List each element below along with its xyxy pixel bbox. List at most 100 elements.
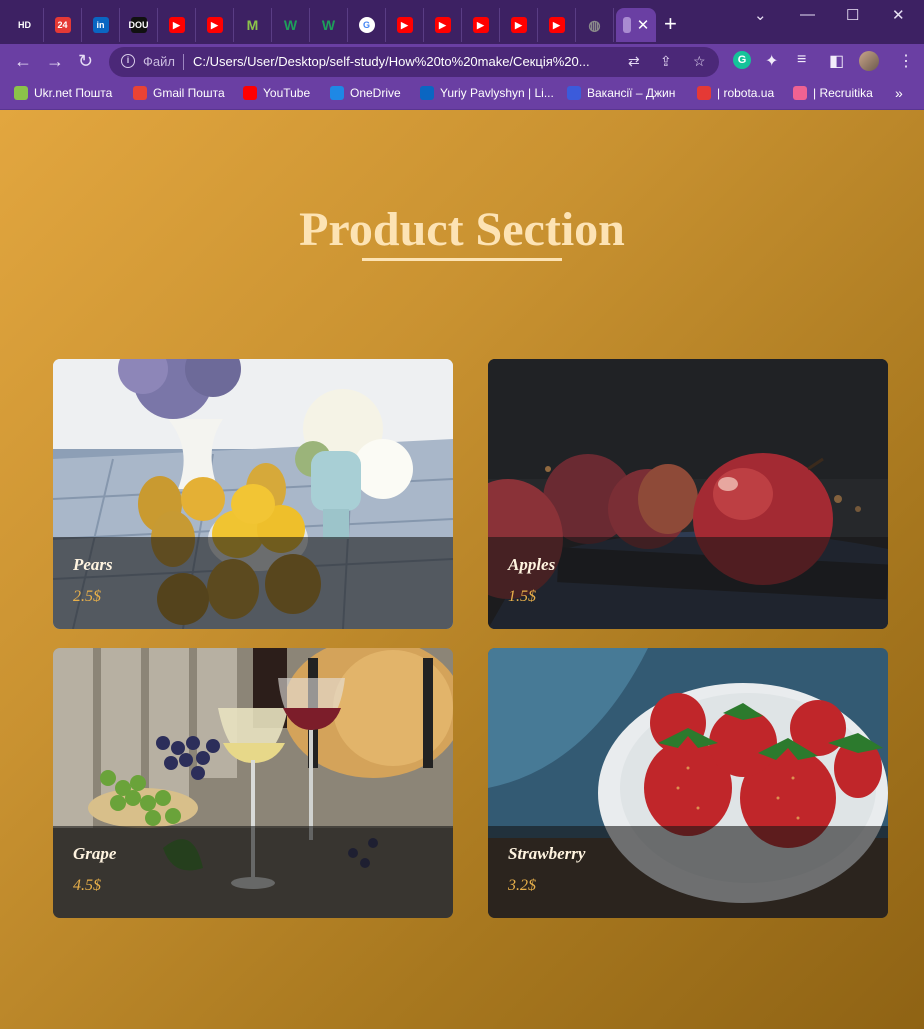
product-price: 4.5$ bbox=[73, 877, 101, 894]
youtube-icon: ▶ bbox=[206, 17, 223, 33]
tab-active[interactable]: ✕ bbox=[616, 8, 656, 42]
extensions-puzzle-icon[interactable]: ✦ bbox=[765, 51, 778, 71]
browser-tab[interactable]: DOU bbox=[120, 8, 158, 42]
browser-tab[interactable]: ▶ bbox=[386, 8, 424, 42]
product-name: Pears bbox=[73, 555, 113, 574]
recruitika-icon bbox=[793, 86, 807, 100]
translate-icon[interactable]: ⇄ bbox=[628, 53, 640, 70]
grammarly-extension-icon[interactable]: G bbox=[733, 51, 751, 69]
scheme-label: Файл bbox=[143, 54, 175, 69]
address-divider bbox=[183, 54, 184, 70]
bookmark-label: Yuriy Pavlyshyn | Li... bbox=[440, 86, 554, 100]
bookmarks-bar: Ukr.net Пошта Gmail Пошта YouTube OneDrive Y… bbox=[0, 80, 924, 110]
close-tab-icon[interactable]: ✕ bbox=[637, 16, 650, 34]
youtube-icon: ▶ bbox=[168, 17, 185, 33]
youtube-icon: ▶ bbox=[434, 17, 451, 33]
browser-tab[interactable]: HD bbox=[6, 8, 44, 42]
more-bookmarks-button[interactable]: » bbox=[895, 85, 903, 101]
card-caption-overlay bbox=[488, 826, 888, 918]
new-tab-button[interactable]: + bbox=[664, 13, 677, 35]
url-text[interactable]: C:/Users/User/Desktop/self-study/How%20t… bbox=[193, 54, 623, 69]
side-panel-icon[interactable]: ◧ bbox=[829, 51, 844, 71]
browser-tab[interactable]: W bbox=[310, 8, 348, 42]
close-window-button[interactable]: ✕ bbox=[892, 6, 905, 24]
tab-search-chevron-icon[interactable]: ⌄ bbox=[754, 6, 767, 24]
browser-tab[interactable]: G bbox=[348, 8, 386, 42]
profile-avatar[interactable] bbox=[859, 51, 879, 71]
globe-icon: ◍ bbox=[588, 16, 601, 33]
menu-kebab-icon[interactable]: ⋮ bbox=[898, 51, 914, 71]
dou-icon: DOU bbox=[129, 17, 149, 33]
linkedin-icon bbox=[420, 86, 434, 100]
bookmark-label: YouTube bbox=[263, 86, 311, 100]
bookmark-item[interactable]: YouTube bbox=[243, 86, 310, 100]
page-favicon-icon bbox=[622, 17, 631, 33]
bookmark-item[interactable]: Gmail Пошта bbox=[133, 86, 225, 100]
bookmark-item[interactable]: OneDrive bbox=[330, 86, 401, 100]
title-underline bbox=[362, 258, 562, 261]
bookmark-star-icon[interactable]: ☆ bbox=[693, 53, 706, 70]
bookmark-item[interactable]: Вакансії – Джин bbox=[567, 86, 675, 100]
bookmark-item[interactable]: Ukr.net Пошта bbox=[14, 86, 112, 100]
product-card-grape[interactable]: Grape 4.5$ bbox=[53, 648, 453, 918]
card-caption-overlay bbox=[488, 537, 888, 629]
product-name: Grape bbox=[73, 844, 117, 863]
browser-tab[interactable]: in bbox=[82, 8, 120, 42]
hd-icon: HD bbox=[18, 20, 31, 30]
card-caption-overlay bbox=[53, 826, 453, 918]
bookmark-label: | Recruitika bbox=[813, 86, 873, 100]
browser-tab[interactable]: ▶ bbox=[500, 8, 538, 42]
address-bar[interactable]: i Файл C:/Users/User/Desktop/self-study/… bbox=[109, 47, 719, 77]
bookmark-item[interactable]: | Recruitika bbox=[793, 86, 873, 100]
browser-tab[interactable]: 24 bbox=[44, 8, 82, 42]
bookmark-label: Вакансії – Джин bbox=[587, 86, 676, 100]
google-icon: G bbox=[358, 17, 375, 33]
product-card-pears[interactable]: Pears 2.5$ bbox=[53, 359, 453, 629]
share-icon[interactable]: ⇪ bbox=[660, 53, 672, 70]
bookmark-label: OneDrive bbox=[350, 86, 401, 100]
gmail-icon bbox=[133, 86, 147, 100]
info-icon[interactable]: i bbox=[121, 54, 135, 68]
back-arrow-icon[interactable]: ← bbox=[14, 51, 32, 71]
youtube-icon bbox=[243, 86, 257, 100]
djinni-icon bbox=[567, 86, 581, 100]
browser-tab[interactable]: M bbox=[234, 8, 272, 42]
browser-tab[interactable]: ▶ bbox=[158, 8, 196, 42]
browser-tab[interactable]: ▶ bbox=[462, 8, 500, 42]
onedrive-icon bbox=[330, 86, 344, 100]
tab-strip: HD 24 in DOU ▶ ▶ M W W G ▶ ▶ ▶ ▶ ▶ ◍ ✕ + ⌄ — ☐ ✕ bbox=[0, 0, 924, 44]
bookmark-label: Ukr.net Пошта bbox=[34, 86, 113, 100]
product-price: 1.5$ bbox=[508, 588, 536, 605]
browser-tab[interactable]: ◍ bbox=[576, 8, 614, 42]
minimize-button[interactable]: — bbox=[800, 6, 815, 23]
media-queue-icon[interactable]: ≡ bbox=[797, 51, 806, 69]
bookmark-item[interactable]: | robota.ua bbox=[697, 86, 774, 100]
bookmark-item[interactable]: Yuriy Pavlyshyn | Li... bbox=[420, 86, 554, 100]
channel-24-icon: 24 bbox=[54, 17, 71, 33]
browser-tab[interactable]: W bbox=[272, 8, 310, 42]
browser-tab[interactable]: ▶ bbox=[424, 8, 462, 42]
robota-icon bbox=[697, 86, 711, 100]
product-page: Product Section Pears 2.5$ Apples 1.5$ G… bbox=[0, 110, 924, 1029]
w-logo-icon: W bbox=[321, 17, 336, 33]
product-card-apples[interactable]: Apples 1.5$ bbox=[488, 359, 888, 629]
browser-tab[interactable]: ▶ bbox=[196, 8, 234, 42]
forward-arrow-icon[interactable]: → bbox=[46, 51, 64, 71]
w-logo-icon: W bbox=[283, 17, 298, 33]
product-price: 2.5$ bbox=[73, 588, 101, 605]
maximize-button[interactable]: ☐ bbox=[846, 6, 859, 24]
product-card-strawberry[interactable]: Strawberry 3.2$ bbox=[488, 648, 888, 918]
linkedin-icon: in bbox=[92, 17, 109, 33]
m-logo-icon: M bbox=[246, 17, 259, 33]
browser-toolbar: ← → ↻ i Файл C:/Users/User/Desktop/self-… bbox=[0, 44, 924, 80]
reload-icon[interactable]: ↻ bbox=[78, 51, 93, 71]
youtube-icon: ▶ bbox=[510, 17, 527, 33]
browser-tab[interactable]: ▶ bbox=[538, 8, 576, 42]
youtube-icon: ▶ bbox=[396, 17, 413, 33]
card-caption-overlay bbox=[53, 537, 453, 629]
bookmark-label: | robota.ua bbox=[717, 86, 775, 100]
bookmark-label: Gmail Пошта bbox=[153, 86, 225, 100]
page-title: Product Section bbox=[299, 203, 625, 256]
youtube-icon: ▶ bbox=[548, 17, 565, 33]
ukrnet-icon bbox=[14, 86, 28, 100]
